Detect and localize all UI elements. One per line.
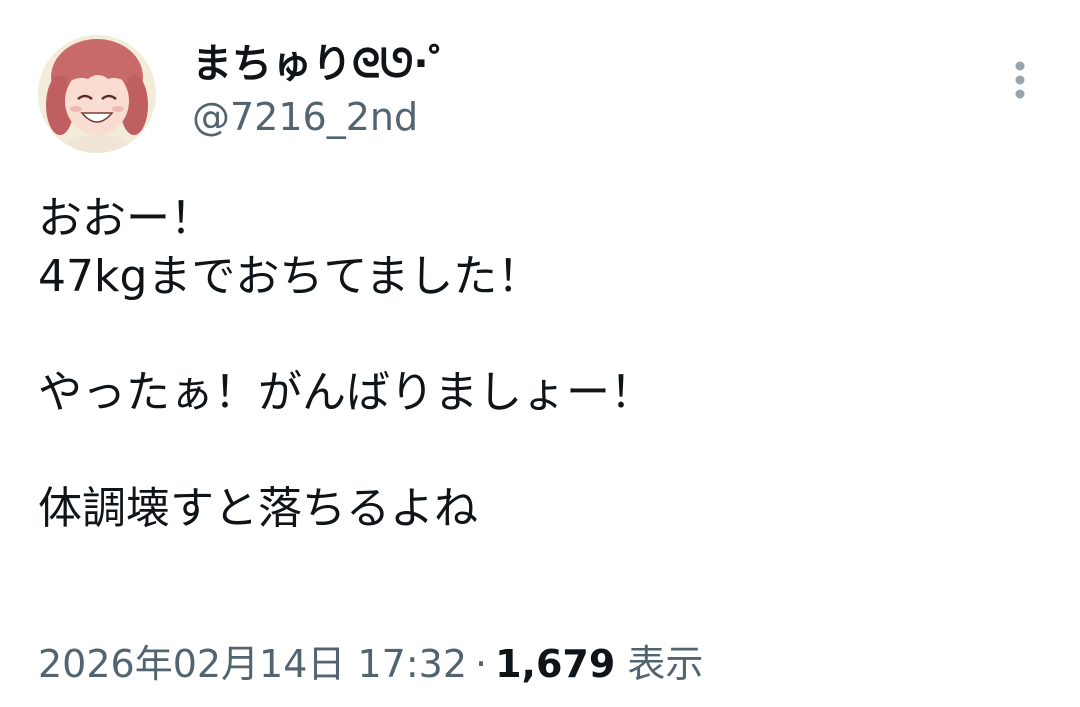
- tweet-card: まちゅりᘓᘎ·゜ @7216_2nd おおー！ 47kgまでおちてました！ やっ…: [0, 0, 1080, 707]
- author-handle[interactable]: @7216_2nd: [192, 92, 469, 142]
- more-options-vertical-dots-icon: [1015, 61, 1025, 99]
- view-label: 表示: [627, 642, 704, 686]
- tweet-text-line-blank: [38, 306, 1038, 364]
- tweet-meta: 2026年02月14日 17:32 · 1,679 表示: [38, 638, 703, 690]
- tweet-text-line: おおー！: [38, 193, 214, 244]
- author-avatar[interactable]: [38, 35, 156, 153]
- tweet-text: おおー！ 47kgまでおちてました！ やったぁ！がんばりましょー！ 体調壊すと落…: [38, 190, 1038, 538]
- more-options-button[interactable]: [1000, 55, 1040, 105]
- meta-separator: ·: [475, 642, 488, 686]
- tweet-text-line: やったぁ！がんばりましょー！: [38, 367, 654, 418]
- author-info: まちゅりᘓᘎ·゜ @7216_2nd: [192, 36, 469, 142]
- author-display-name[interactable]: まちゅりᘓᘎ·゜: [192, 36, 469, 92]
- avatar-image: [38, 35, 156, 153]
- display-name-text: まちゅり: [192, 41, 352, 87]
- view-count[interactable]: 1,679: [495, 642, 615, 686]
- tweet-text-line: 体調壊すと落ちるよね: [38, 483, 478, 534]
- tweet-timestamp[interactable]: 2026年02月14日 17:32: [38, 642, 467, 686]
- tweet-text-line: 47kgまでおちてました！: [38, 251, 542, 302]
- tweet-text-line-blank: [38, 422, 1038, 480]
- display-name-emoticon: ᘓᘎ·゜: [352, 41, 469, 87]
